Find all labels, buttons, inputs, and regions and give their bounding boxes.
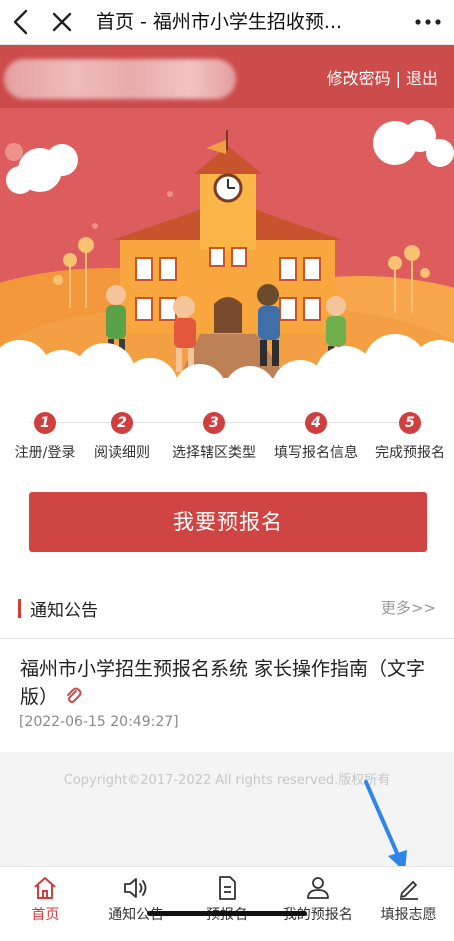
tab-pre-register[interactable]: 预报名 [182, 867, 273, 929]
step-4: 4 填写报名信息 [266, 412, 366, 462]
more-options-icon[interactable] [408, 0, 448, 44]
link-separator: | [395, 69, 401, 88]
document-icon [182, 867, 273, 901]
main-action-section: 我要预报名 [0, 468, 454, 580]
section-accent-bar [18, 599, 21, 618]
notice-title-wrap: 福州市小学招生预报名系统 家长操作指南（文字版） [20, 655, 440, 712]
logout-link[interactable]: 退出 [406, 69, 438, 88]
more-notices-link[interactable]: 更多>> [381, 597, 436, 618]
tab-my-registrations[interactable]: 我的预报名 [272, 867, 363, 929]
bottom-tab-bar: 首页 通知公告 预报名 我的预报名 填报志愿 [0, 866, 454, 941]
step-number: 4 [305, 412, 327, 434]
tab-label: 首页 [31, 907, 60, 923]
tab-fill-preferences[interactable]: 填报志愿 [363, 867, 454, 929]
notices-title: 通知公告 [30, 601, 98, 621]
tab-home[interactable]: 首页 [0, 867, 91, 929]
step-number: 3 [203, 412, 225, 434]
step-label: 阅读细则 [94, 445, 150, 461]
step-2: 2 阅读细则 [72, 412, 172, 462]
copyright-text: Copyright©2017-2022 All rights reserved.… [63, 773, 391, 788]
home-indicator [147, 911, 307, 916]
redacted-username [4, 59, 236, 99]
step-label: 选择辖区类型 [172, 445, 256, 461]
step-number: 2 [111, 412, 133, 434]
attachment-icon [64, 684, 82, 712]
top-navigation-bar: 首页 - 福州市小学生招收预... [0, 0, 454, 45]
user-bar: 修改密码 | 退出 [0, 45, 454, 108]
speaker-icon [91, 867, 182, 901]
notice-item[interactable]: 福州市小学招生预报名系统 家长操作指南（文字版） [2022-06-15 20:… [0, 639, 454, 752]
user-icon [272, 867, 363, 901]
step-number: 5 [399, 412, 421, 434]
step-5: 5 完成预报名 [360, 412, 454, 462]
step-3: 3 选择辖区类型 [164, 412, 264, 462]
notice-date: [2022-06-15 20:49:27] [19, 714, 179, 730]
school-illustration [0, 108, 454, 398]
hero-banner [0, 108, 454, 398]
tab-label: 填报志愿 [380, 907, 437, 923]
tab-notices[interactable]: 通知公告 [91, 867, 182, 929]
notices-header: 通知公告 更多>> [0, 580, 454, 639]
step-label: 填写报名信息 [274, 445, 358, 461]
close-icon[interactable] [44, 0, 80, 44]
registration-steps: 1 注册/登录 2 阅读细则 3 选择辖区类型 4 填写报名信息 5 完成预报名 [0, 398, 454, 468]
home-icon [0, 867, 91, 901]
page-title: 首页 - 福州市小学生招收预... [96, 11, 343, 33]
back-icon[interactable] [2, 0, 40, 44]
account-links: 修改密码 | 退出 [327, 65, 438, 89]
step-label: 完成预报名 [375, 445, 445, 461]
step-number: 1 [34, 412, 56, 434]
pre-register-button[interactable]: 我要预报名 [29, 492, 427, 552]
pencil-icon [363, 867, 454, 901]
change-password-link[interactable]: 修改密码 [327, 69, 391, 88]
